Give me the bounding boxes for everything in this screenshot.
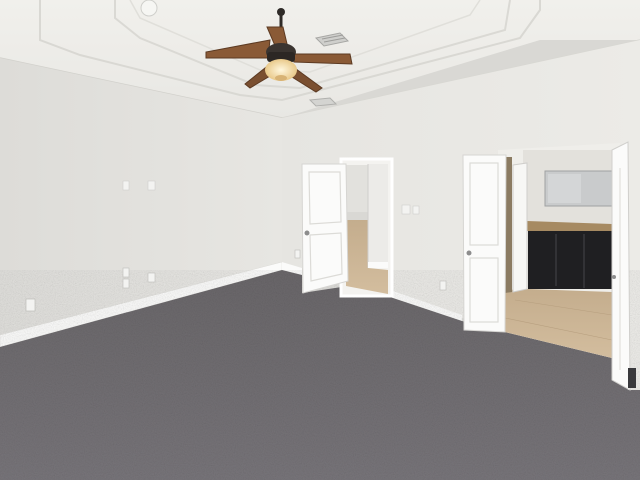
bathroom-vanity [528, 231, 612, 289]
door-knob[interactable] [304, 230, 310, 236]
smoke-detector [140, 0, 158, 17]
door-knob[interactable] [466, 250, 472, 256]
hallway-door[interactable] [301, 163, 349, 294]
door-knob[interactable] [612, 275, 616, 279]
bathroom-door[interactable] [462, 154, 507, 333]
hallway-opening [339, 157, 394, 298]
bedroom-photo [0, 0, 640, 480]
